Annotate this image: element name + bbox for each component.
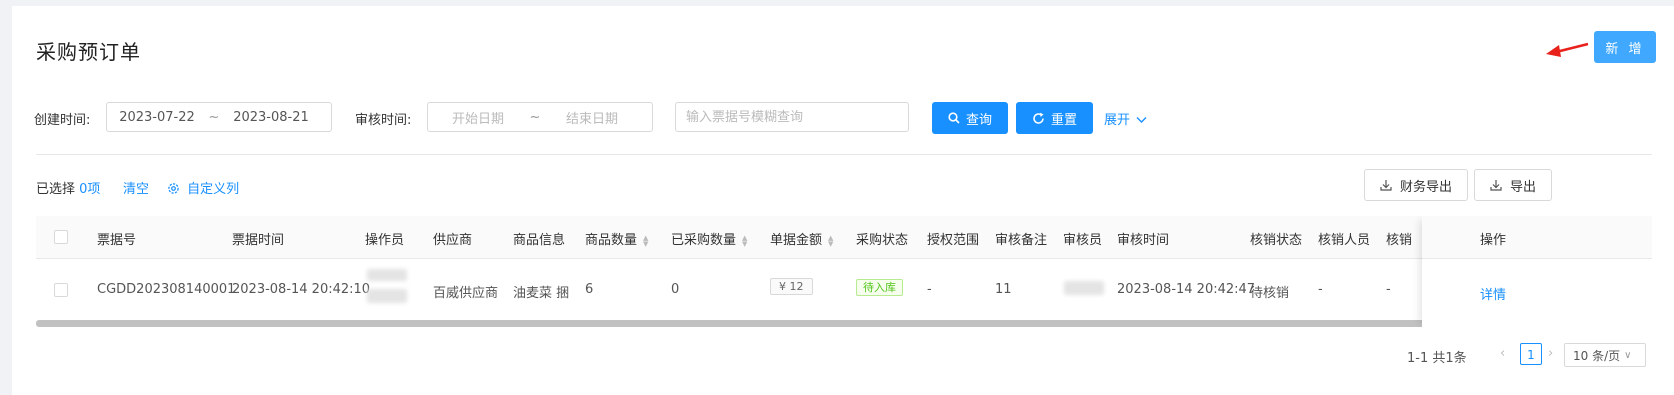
sort-icon[interactable]: ▲ ▼ (643, 234, 648, 247)
page-size-value: 10 条/页 (1573, 348, 1621, 363)
select-all-checkbox[interactable] (54, 230, 68, 244)
fixed-action-column: 操作 详情 (1422, 216, 1652, 328)
range-separator: ~ (529, 109, 541, 125)
reset-button-label: 重置 (1050, 112, 1077, 128)
prev-page-icon[interactable]: ‹ (1500, 346, 1505, 361)
col-supplier[interactable]: 供应商 (433, 229, 472, 248)
audit-time-label: 审核时间: (355, 113, 412, 128)
gear-icon (168, 183, 179, 194)
table-row[interactable]: CGDD202308140001 2023-08-14 20:42:10 百威供… (36, 259, 1652, 322)
expand-link-label: 展开 (1104, 113, 1131, 128)
query-button-label: 查询 (965, 112, 992, 128)
cell-purchased-qty: 0 (671, 282, 680, 297)
bill-no-search-input[interactable] (675, 102, 909, 132)
cell-amount: ¥ 12 (770, 278, 813, 295)
col-writeoff-status[interactable]: 核销状态 (1250, 229, 1302, 248)
audit-time-range[interactable]: 开始日期 ~ 结束日期 (427, 102, 653, 132)
audit-end-placeholder: 结束日期 (565, 111, 618, 127)
col-purchased-qty[interactable]: 已采购数量 ▲ ▼ (671, 229, 747, 248)
clear-link[interactable]: 清空 (123, 178, 149, 197)
page-number[interactable]: 1 (1520, 343, 1542, 365)
detail-link[interactable]: 详情 (1480, 284, 1506, 303)
col-writeoff-person[interactable]: 核销人员 (1318, 229, 1370, 248)
pagination-total: 1-1 共1条 (1407, 350, 1467, 366)
create-time-range[interactable]: 2023-07-22 ~ 2023-08-21 (106, 102, 332, 132)
cell-writeoff-extra: - (1386, 282, 1391, 297)
col-amount[interactable]: 单据金额 ▲ ▼ (770, 229, 833, 248)
custom-columns-link[interactable]: 自定义列 (167, 178, 239, 197)
reset-button[interactable]: 重置 (1016, 102, 1093, 134)
create-end-date: 2023-08-21 (233, 109, 309, 125)
cell-writeoff-person: - (1318, 282, 1323, 297)
finance-export-button[interactable]: 财务导出 (1364, 169, 1468, 201)
query-button[interactable]: 查询 (932, 102, 1008, 134)
range-separator: ~ (208, 109, 220, 125)
auditor-redacted (1064, 281, 1104, 295)
sort-icon[interactable]: ▲ ▼ (742, 234, 747, 247)
col-purchase-status[interactable]: 采购状态 (856, 229, 908, 248)
add-button[interactable]: 新 增 (1594, 31, 1656, 63)
page-title: 采购预订单 (36, 40, 141, 64)
orders-table: 票据号 票据时间 操作员 供应商 商品信息 商品数量 ▲ ▼ 已采购数量 ▲ ▼ 单据金… (36, 216, 1652, 328)
audit-start-placeholder: 开始日期 (451, 111, 504, 127)
row-checkbox[interactable] (54, 283, 68, 297)
cell-goods-info: 油麦菜 捆 (513, 286, 570, 301)
reload-icon (1033, 112, 1044, 124)
col-amount-label: 单据金额 (770, 233, 823, 248)
col-goods-info[interactable]: 商品信息 (513, 229, 565, 248)
finance-export-label: 财务导出 (1399, 179, 1452, 195)
create-time-label: 创建时间: (34, 113, 91, 128)
chevron-down-icon: ∨ (1624, 349, 1632, 361)
col-auditor[interactable]: 审核员 (1063, 229, 1102, 248)
annotation-arrow-icon (1546, 42, 1589, 57)
export-button[interactable]: 导出 (1474, 169, 1552, 201)
col-goods-qty-label: 商品数量 (585, 233, 638, 248)
selected-prefix: 已选择 (36, 182, 76, 197)
cell-audit-time: 2023-08-14 20:42:47 (1117, 282, 1256, 297)
chevron-down-icon (1136, 117, 1147, 123)
sort-icon[interactable]: ▲ ▼ (828, 234, 833, 247)
page-size-select[interactable]: 10 条/页 ∨ (1564, 343, 1646, 367)
expand-link[interactable]: 展开 (1104, 109, 1147, 128)
col-writeoff-extra[interactable]: 核销 (1386, 229, 1412, 248)
export-label: 导出 (1509, 179, 1536, 195)
operator-redacted (367, 269, 407, 281)
col-audit-time[interactable]: 审核时间 (1117, 229, 1169, 248)
col-operator[interactable]: 操作员 (365, 229, 404, 248)
cell-writeoff-status: 待核销 (1250, 286, 1290, 301)
main-card: 采购预订单 新 增 创建时间: 2023-07-22 ~ 2023-08-21 … (12, 6, 1674, 395)
cell-goods-qty: 6 (585, 282, 594, 297)
col-bill-no[interactable]: 票据号 (97, 229, 136, 248)
col-purchased-qty-label: 已采购数量 (671, 233, 737, 248)
col-action-header: 操作 (1422, 216, 1652, 259)
custom-columns-label: 自定义列 (187, 182, 240, 197)
col-action: 操作 (1480, 233, 1507, 248)
table-header: 票据号 票据时间 操作员 供应商 商品信息 商品数量 ▲ ▼ 已采购数量 ▲ ▼ 单据金… (36, 216, 1652, 259)
cell-supplier: 百威供应商 (433, 286, 499, 301)
cell-bill-no: CGDD202308140001 (97, 282, 236, 297)
create-start-date: 2023-07-22 (119, 109, 195, 125)
cell-auth-scope: - (927, 282, 932, 297)
next-page-icon[interactable]: › (1548, 346, 1553, 361)
col-goods-qty[interactable]: 商品数量 ▲ ▼ (585, 229, 648, 248)
col-auth-scope[interactable]: 授权范围 (927, 229, 979, 248)
operator-redacted (367, 289, 407, 303)
cell-audit-note: 11 (995, 282, 1012, 297)
download-icon (1380, 180, 1392, 191)
status-badge: 待入库 (856, 279, 903, 296)
amount-tag: ¥ 12 (770, 278, 813, 295)
selected-count: 0项 (79, 182, 101, 197)
download-icon (1490, 180, 1502, 191)
horizontal-scrollbar[interactable] (36, 320, 1452, 327)
col-audit-note[interactable]: 审核备注 (995, 229, 1047, 248)
selection-info: 已选择 0项 (36, 178, 100, 197)
cell-bill-time: 2023-08-14 20:42:10 (232, 282, 371, 297)
col-bill-time[interactable]: 票据时间 (232, 229, 284, 248)
divider (36, 154, 1652, 155)
cell-purchase-status: 待入库 (856, 279, 903, 296)
search-icon (948, 112, 960, 124)
